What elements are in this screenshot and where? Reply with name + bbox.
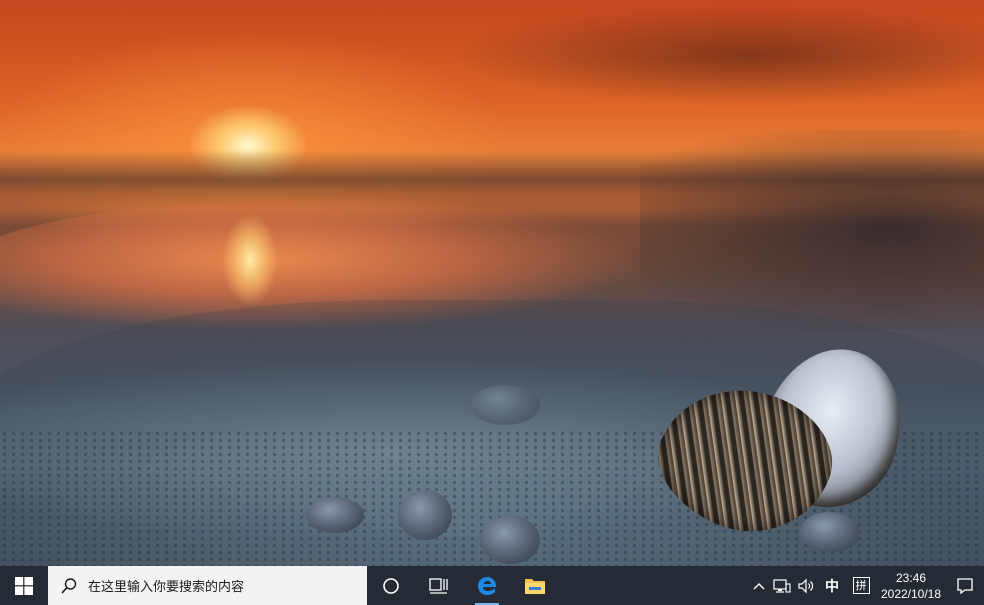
task-view-button[interactable] bbox=[415, 566, 463, 605]
search-box[interactable]: 在这里输入你要搜索的内容 bbox=[48, 566, 367, 605]
ime-settings-button[interactable]: 拼 bbox=[846, 566, 876, 605]
taskbar-app-edge[interactable] bbox=[463, 566, 511, 605]
system-tray: 中 拼 23:46 2022/10/18 bbox=[748, 566, 984, 605]
search-icon bbox=[61, 577, 77, 594]
windows-logo-icon bbox=[15, 576, 33, 595]
wallpaper-sun-reflection bbox=[222, 210, 278, 310]
taskbar-app-file-explorer[interactable] bbox=[511, 566, 559, 605]
show-hidden-icons-button[interactable] bbox=[748, 566, 770, 605]
cortana-button[interactable] bbox=[367, 566, 415, 605]
search-placeholder: 在这里输入你要搜索的内容 bbox=[88, 580, 245, 595]
file-explorer-icon bbox=[525, 578, 545, 594]
clock-date: 2022/10/18 bbox=[880, 586, 942, 601]
clock[interactable]: 23:46 2022/10/18 bbox=[876, 570, 946, 602]
cortana-icon bbox=[383, 577, 399, 594]
chevron-up-icon bbox=[753, 582, 765, 589]
volume-button[interactable] bbox=[794, 566, 818, 605]
ime-mode-indicator[interactable]: 中 bbox=[818, 566, 846, 605]
action-center-button[interactable] bbox=[946, 566, 984, 605]
start-button[interactable] bbox=[0, 566, 48, 605]
wallpaper-cloud bbox=[420, 0, 984, 110]
wallpaper-pebble bbox=[800, 512, 860, 552]
desktop-wallpaper bbox=[0, 0, 984, 566]
wallpaper-pebble bbox=[470, 385, 540, 425]
taskbar: 在这里输入你要搜索的内容 中 拼 23:46 2022/10/18 bbox=[0, 566, 984, 605]
speaker-icon bbox=[798, 578, 814, 593]
ime-settings-icon: 拼 bbox=[852, 577, 870, 594]
network-button[interactable] bbox=[770, 566, 794, 605]
clock-time: 23:46 bbox=[895, 570, 927, 585]
task-view-icon bbox=[429, 577, 448, 594]
network-icon bbox=[773, 578, 791, 593]
wallpaper-pebble bbox=[480, 516, 540, 564]
notification-icon bbox=[957, 577, 973, 594]
edge-icon bbox=[478, 576, 497, 595]
wallpaper-pebble bbox=[306, 497, 364, 533]
wallpaper-pebble bbox=[398, 490, 452, 540]
